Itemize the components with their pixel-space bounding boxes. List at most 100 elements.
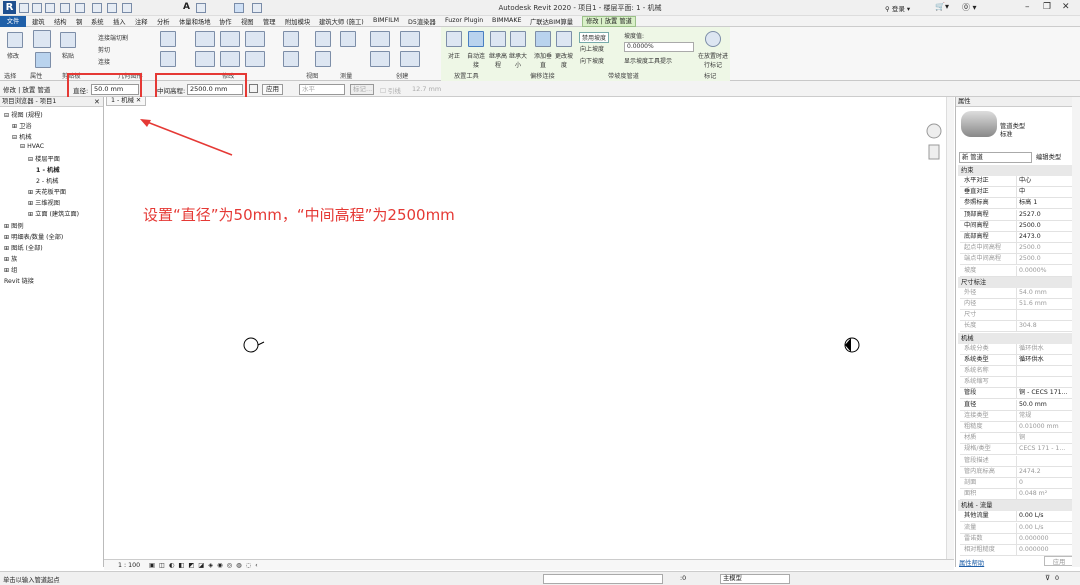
apply-button[interactable]: 应用 bbox=[262, 84, 283, 95]
minimize-button[interactable]: – bbox=[1025, 2, 1030, 12]
add-vertical-icon[interactable] bbox=[535, 31, 551, 47]
properties-scrollbar[interactable] bbox=[1072, 97, 1080, 567]
tab-6[interactable]: 注释 bbox=[135, 17, 148, 26]
lock-icon[interactable] bbox=[249, 84, 258, 93]
edit-type-button[interactable]: 编辑类型 bbox=[1036, 152, 1061, 161]
move-icon[interactable] bbox=[195, 51, 215, 67]
sync-icon[interactable] bbox=[45, 3, 55, 13]
property-value[interactable]: 50.0 mm bbox=[1016, 399, 1073, 410]
align-tool-icon[interactable] bbox=[195, 31, 215, 47]
property-section[interactable]: 机械 bbox=[958, 332, 1075, 344]
tab-19[interactable]: 修改 | 放置 管道 bbox=[582, 16, 636, 27]
paint-icon[interactable] bbox=[160, 51, 176, 67]
undo-icon[interactable] bbox=[60, 3, 70, 13]
measure-tool-icon[interactable] bbox=[370, 31, 390, 47]
model-select[interactable]: 主模型 bbox=[720, 574, 790, 584]
cut-label[interactable]: 剪切 bbox=[98, 45, 110, 54]
rotate-icon[interactable] bbox=[220, 51, 240, 67]
property-section[interactable]: 约束 bbox=[958, 165, 1075, 176]
modify-icon[interactable] bbox=[7, 32, 23, 48]
tab-0[interactable]: 文件 bbox=[0, 16, 26, 27]
property-value[interactable]: 2527.0 bbox=[1016, 209, 1073, 220]
tree-node[interactable]: ⊞ 天花板平面 bbox=[28, 187, 66, 196]
tree-node[interactable]: Revit 链接 bbox=[4, 276, 34, 285]
close-icon[interactable]: ✕ bbox=[94, 98, 100, 106]
cope-label[interactable]: 连接端切割 bbox=[98, 33, 128, 42]
revit-logo-icon[interactable]: R bbox=[3, 1, 16, 14]
join-label[interactable]: 连接 bbox=[98, 57, 110, 66]
split-icon[interactable] bbox=[283, 31, 299, 47]
tree-node[interactable]: ⊞ 图纸 (全部) bbox=[4, 243, 43, 252]
slope-up-button[interactable]: 向上坡度 bbox=[580, 44, 604, 53]
instance-selector[interactable]: 新 管道 bbox=[959, 152, 1032, 163]
tree-node[interactable]: ⊞ 族 bbox=[4, 254, 17, 263]
inherit-elevation-icon[interactable] bbox=[490, 31, 506, 47]
help-icon[interactable]: ⓪ ▾ bbox=[962, 2, 977, 13]
tree-node[interactable]: 2 - 机械 bbox=[36, 176, 58, 185]
property-value[interactable]: 2473.0 bbox=[1016, 232, 1073, 242]
switch-windows-icon[interactable] bbox=[252, 3, 262, 13]
text-a-icon[interactable]: A bbox=[183, 2, 190, 12]
3d-view-icon[interactable] bbox=[196, 3, 206, 13]
trim-icon[interactable] bbox=[245, 51, 265, 67]
tag-on-place-icon[interactable] bbox=[705, 31, 721, 47]
tree-node[interactable]: ⊞ 组 bbox=[4, 265, 17, 274]
leader-checkbox[interactable]: ☐ 引线 bbox=[380, 85, 401, 95]
property-value[interactable]: 中 bbox=[1016, 187, 1073, 198]
canvas-scrollbar[interactable] bbox=[946, 97, 954, 567]
array-icon[interactable] bbox=[283, 51, 299, 67]
login-link[interactable]: ⚲ 登录 ▾ bbox=[885, 3, 910, 13]
close-button[interactable]: ✕ bbox=[1062, 2, 1070, 12]
tab-13[interactable]: 建筑大师 (施工) bbox=[319, 17, 364, 26]
cart-icon[interactable]: 🛒▾ bbox=[935, 2, 949, 11]
drawing-canvas[interactable]: 1 - 机械 ✕ 设置“直径”为50mm，“中间高程”为2500mm bbox=[104, 97, 954, 567]
change-slope-icon[interactable] bbox=[556, 31, 572, 47]
tab-12[interactable]: 附加模块 bbox=[285, 17, 310, 26]
show-slope-tooltip-button[interactable]: 显示坡度工具提示 bbox=[624, 56, 672, 65]
tree-node[interactable]: ⊟ 机械 bbox=[12, 132, 32, 141]
restore-button[interactable]: ❐ bbox=[1043, 2, 1051, 12]
properties-icon[interactable] bbox=[33, 30, 51, 48]
tab-5[interactable]: 插入 bbox=[113, 17, 126, 26]
tab-8[interactable]: 体量和场地 bbox=[179, 17, 210, 26]
horizontal-select[interactable]: 水平 bbox=[299, 84, 345, 95]
elevation-marker-left[interactable] bbox=[243, 337, 259, 353]
tab-7[interactable]: 分析 bbox=[157, 17, 170, 26]
properties-apply-button[interactable]: 应用 bbox=[1044, 556, 1074, 566]
redo-icon[interactable] bbox=[75, 3, 85, 13]
tree-node[interactable]: ⊞ 明细表/数量 (全部) bbox=[4, 232, 63, 241]
view-cube-icon[interactable] bbox=[926, 123, 942, 139]
measure-icon[interactable] bbox=[107, 3, 117, 13]
create-group-icon[interactable] bbox=[400, 51, 420, 67]
tree-node[interactable]: ⊞ 三维视图 bbox=[28, 198, 60, 207]
tree-node[interactable]: ⊞ 立面 (建筑立面) bbox=[28, 209, 79, 218]
property-value[interactable]: 铜 - CECS 171... bbox=[1016, 388, 1073, 399]
property-section[interactable]: 机械 - 流量 bbox=[958, 500, 1075, 512]
property-section[interactable]: 尺寸标注 bbox=[958, 276, 1075, 288]
tab-15[interactable]: D5渲染器 bbox=[408, 17, 436, 26]
tab-1[interactable]: 建筑 bbox=[32, 17, 45, 26]
tab-4[interactable]: 系统 bbox=[91, 17, 104, 26]
tree-node[interactable]: ⊟ 视图 (规程) bbox=[4, 110, 43, 119]
tree-node[interactable]: 1 - 机械 bbox=[36, 165, 60, 174]
filter-icon[interactable]: ⊽ bbox=[1045, 574, 1050, 582]
dimension-icon[interactable] bbox=[122, 3, 132, 13]
disable-slope-button[interactable]: 禁用坡度 bbox=[579, 32, 610, 43]
tab-14[interactable]: BIMFILM bbox=[373, 17, 399, 24]
create-similar-icon[interactable] bbox=[400, 31, 420, 47]
property-value[interactable]: 中心 bbox=[1016, 176, 1073, 186]
open-icon[interactable] bbox=[19, 3, 29, 13]
mirror-icon[interactable] bbox=[245, 31, 265, 47]
dimension-tool-icon[interactable] bbox=[370, 51, 390, 67]
save-icon[interactable] bbox=[32, 3, 42, 13]
auto-connect-icon[interactable] bbox=[468, 31, 484, 47]
justify-icon[interactable] bbox=[446, 31, 462, 47]
property-value[interactable]: 标高 1 bbox=[1016, 198, 1073, 209]
tab-11[interactable]: 管理 bbox=[263, 17, 276, 26]
geometry-icon[interactable] bbox=[160, 31, 176, 47]
properties-help-link[interactable]: 属性帮助 bbox=[959, 558, 984, 567]
view-icon[interactable] bbox=[340, 31, 356, 47]
paste-icon[interactable] bbox=[60, 32, 76, 48]
print-icon[interactable] bbox=[92, 3, 102, 13]
property-value[interactable]: 0.00 L/s bbox=[1016, 511, 1073, 522]
